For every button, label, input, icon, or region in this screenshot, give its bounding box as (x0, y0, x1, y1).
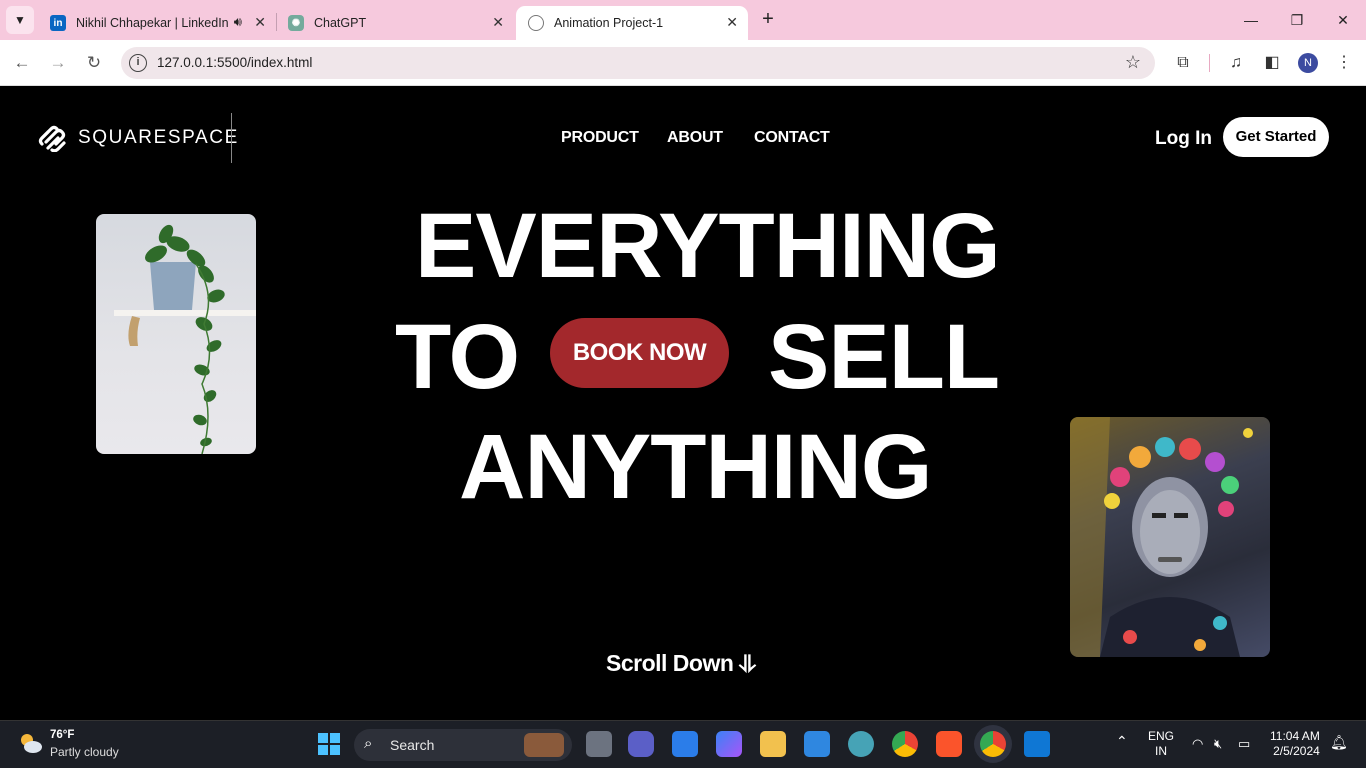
hero-line-2-left: TO (395, 306, 520, 408)
speaker-muted-icon[interactable]: 🔇︎ (1214, 736, 1222, 751)
weather-description[interactable]: Partly cloudy (50, 745, 119, 759)
nav-product[interactable]: PRODUCT (561, 129, 639, 147)
squarespace-logo-icon (38, 125, 66, 152)
linkedin-icon: in (50, 15, 66, 31)
windows-start-icon[interactable] (316, 731, 342, 757)
plant-illustration (114, 224, 256, 454)
bookmark-star-icon[interactable]: ☆ (1125, 52, 1141, 73)
logo-text: SQUARESPACE (78, 127, 239, 148)
edge-icon[interactable] (848, 731, 874, 757)
taskbar-search[interactable]: ⌕ Search (354, 729, 572, 761)
wifi-icon[interactable]: ◠ (1192, 736, 1203, 751)
tab-search-button[interactable]: ▼ (6, 6, 34, 34)
copilot-icon[interactable] (716, 731, 742, 757)
arrow-left-icon: ← (13, 53, 31, 72)
extensions-icon[interactable]: ⧉ (1172, 52, 1194, 74)
region-code: IN (1155, 744, 1167, 758)
task-view-icon[interactable] (586, 731, 612, 757)
nav-about[interactable]: ABOUT (667, 129, 723, 147)
close-icon: ✕ (1337, 12, 1349, 28)
chrome-profile-icon[interactable] (980, 731, 1006, 757)
chatgpt-icon: ✺ (288, 15, 304, 31)
site-info-icon[interactable]: i (129, 54, 147, 72)
chevron-up-icon[interactable]: ⌃ (1116, 734, 1128, 749)
language-code: ENG (1148, 729, 1175, 743)
tab-chatgpt[interactable]: ✺ ChatGPT ✕ (276, 6, 514, 40)
search-icon: ⌕ (364, 735, 373, 752)
reload-button[interactable]: ↻ (82, 51, 106, 75)
notification-bell-icon[interactable]: 🔔︎ (1330, 735, 1348, 750)
globe-icon (528, 15, 544, 31)
plant-image (96, 214, 256, 454)
partly-cloudy-icon[interactable] (16, 729, 44, 757)
back-button[interactable]: ← (10, 51, 34, 75)
close-icon[interactable]: ✕ (492, 14, 504, 31)
squarespace-logo[interactable]: SQUARESPACE (36, 124, 239, 152)
new-tab-button[interactable]: + (756, 8, 780, 32)
clock[interactable]: 11:04 AM 2/5/2024 (1270, 729, 1320, 759)
tab-animation-project[interactable]: Animation Project-1 ✕ (516, 6, 748, 40)
restore-button[interactable]: ❐ (1274, 8, 1320, 32)
browser-toolbar: ← → ↻ i 127.0.0.1:5500/index.html ☆ ⧉ ♫ … (0, 40, 1366, 86)
chrome-icon[interactable] (892, 731, 918, 757)
media-control-icon[interactable]: ♫ (1225, 52, 1247, 74)
tab-strip: ▼ in Nikhil Chhapekar | LinkedIn 🔊︎ ✕ ✺ … (0, 0, 1366, 40)
portrait-image (1070, 417, 1270, 657)
side-panel-icon[interactable]: ◧ (1261, 52, 1283, 74)
language-indicator[interactable]: ENG IN (1148, 729, 1174, 759)
profile-avatar[interactable]: N (1298, 53, 1318, 73)
url-text[interactable]: 127.0.0.1:5500/index.html (157, 55, 312, 70)
search-label: Search (390, 737, 435, 753)
hero-line-3: ANYTHING (459, 416, 932, 518)
minimize-icon: — (1244, 12, 1258, 28)
web-page: SQUARESPACE PRODUCT ABOUT CONTACT Log In… (0, 87, 1366, 720)
address-bar[interactable]: i 127.0.0.1:5500/index.html ☆ (121, 47, 1155, 79)
reload-icon: ↻ (86, 53, 102, 72)
scroll-down-hint[interactable]: Scroll Down ⥥ (606, 650, 756, 677)
close-icon[interactable]: ✕ (254, 14, 266, 31)
forward-button[interactable]: → (46, 51, 70, 75)
hero-line-1: EVERYTHING (415, 195, 1001, 297)
header-divider (231, 113, 232, 163)
microsoft-store-icon[interactable] (672, 731, 698, 757)
clock-date: 2/5/2024 (1273, 744, 1320, 758)
tab-title: Nikhil Chhapekar | LinkedIn (76, 16, 229, 30)
clock-time: 11:04 AM (1270, 729, 1320, 743)
teams-chat-icon[interactable] (628, 731, 654, 757)
toolbar-divider (1209, 54, 1210, 72)
login-link[interactable]: Log In (1155, 128, 1212, 150)
battery-icon[interactable]: ▭ (1238, 736, 1250, 751)
minimize-button[interactable]: — (1228, 8, 1274, 32)
portrait-illustration (1070, 417, 1253, 657)
mail-icon[interactable] (804, 731, 830, 757)
hero-line-2-right: SELL (768, 306, 1000, 408)
brave-icon[interactable] (936, 731, 962, 757)
search-highlight-icon (524, 733, 564, 757)
close-icon[interactable]: ✕ (726, 14, 738, 31)
nav-contact[interactable]: CONTACT (754, 129, 830, 147)
tab-linkedin[interactable]: in Nikhil Chhapekar | LinkedIn 🔊︎ ✕ (38, 6, 276, 40)
tab-title: ChatGPT (314, 16, 367, 30)
vscode-icon[interactable] (1024, 731, 1050, 757)
weather-temperature[interactable]: 76°F (50, 729, 74, 741)
book-now-button[interactable]: BOOK NOW (550, 318, 729, 388)
speaker-icon[interactable]: 🔊︎ (234, 14, 242, 30)
file-explorer-icon[interactable] (760, 731, 786, 757)
get-started-button[interactable]: Get Started (1223, 117, 1329, 157)
restore-icon: ❐ (1290, 12, 1304, 28)
plus-icon: + (762, 8, 774, 30)
tab-title: Animation Project-1 (554, 16, 664, 30)
arrow-right-icon: → (49, 53, 67, 72)
chevron-down-icon: ▼ (14, 13, 26, 27)
taskbar: 76°F Partly cloudy ⌕ Search ⌃ ENG IN ◠ 🔇… (0, 720, 1366, 768)
close-window-button[interactable]: ✕ (1320, 8, 1366, 32)
menu-dots-icon[interactable]: ⋮ (1333, 52, 1355, 74)
